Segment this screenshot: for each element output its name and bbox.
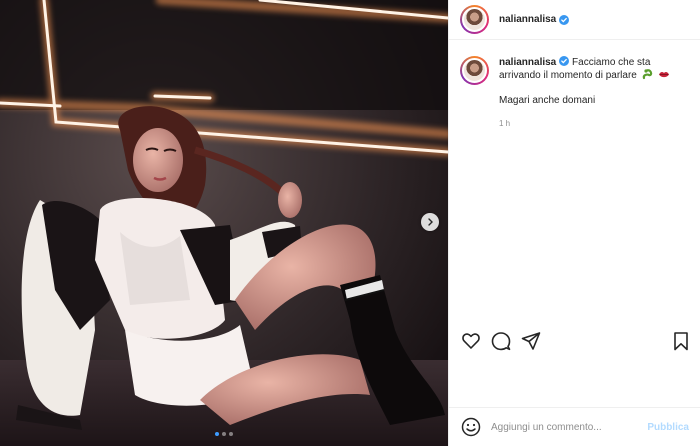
comment-icon[interactable] (491, 331, 511, 351)
bookmark-icon[interactable] (671, 331, 691, 351)
next-slide-button[interactable] (421, 213, 439, 231)
emoji-icon[interactable] (461, 417, 481, 437)
verified-badge-icon (559, 14, 570, 25)
caption-text-extra: Magari anche domani (499, 95, 596, 106)
post-media[interactable] (0, 0, 448, 446)
verified-badge-icon (559, 56, 570, 66)
post-photo (0, 0, 448, 446)
snake-icon (642, 69, 652, 80)
comment-composer: Pubblica (449, 407, 700, 446)
post-timestamp[interactable]: 1 h (499, 117, 689, 130)
caption-author[interactable]: naliannalisa (499, 57, 556, 68)
carousel-dot (229, 432, 233, 436)
comment-input[interactable] (491, 421, 641, 433)
share-icon[interactable] (521, 331, 541, 351)
carousel-dot (222, 432, 226, 436)
post-header: naliannalisa (449, 0, 700, 40)
author-username[interactable]: naliannalisa (499, 14, 556, 25)
post-side-panel: naliannalisa naliannalisa Facciamo che s… (448, 0, 700, 446)
lips-icon (659, 72, 670, 78)
chevron-right-icon (428, 218, 433, 226)
caption-text-line1: Facciamo che sta (572, 57, 651, 68)
instagram-post: naliannalisa naliannalisa Facciamo che s… (0, 0, 700, 446)
carousel-indicator (0, 432, 448, 436)
avatar[interactable] (460, 56, 489, 85)
caption-text-line2: arrivando il momento di parlare (499, 70, 637, 81)
post-actions (461, 331, 691, 351)
avatar[interactable] (460, 5, 489, 34)
heart-icon[interactable] (461, 331, 481, 351)
carousel-dot (215, 432, 219, 436)
post-caption: naliannalisa Facciamo che sta arrivando … (449, 40, 700, 130)
publish-button[interactable]: Pubblica (647, 422, 689, 433)
